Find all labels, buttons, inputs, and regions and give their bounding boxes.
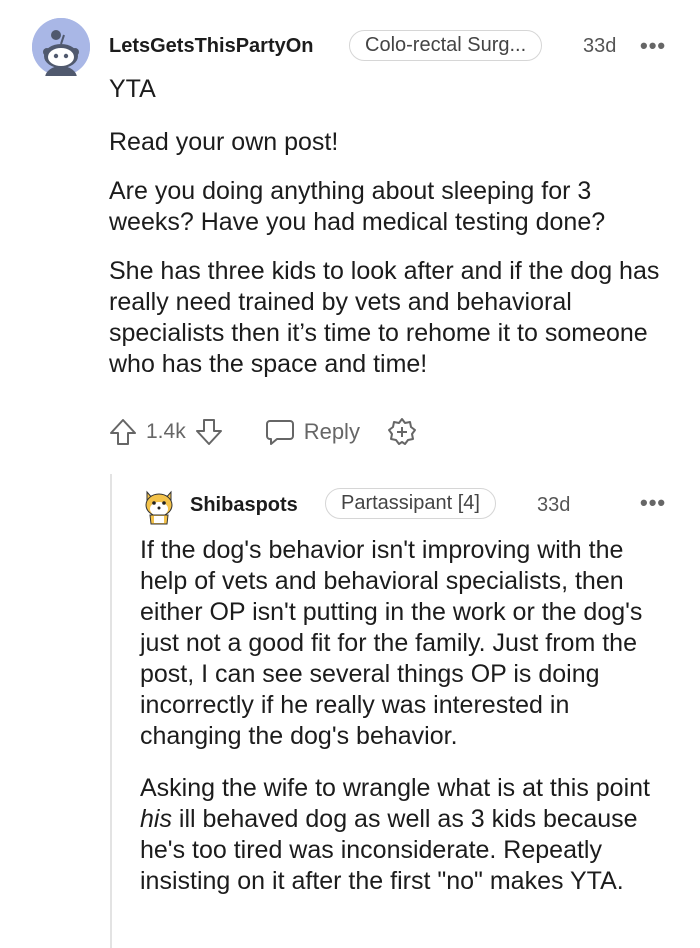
paragraph-text: Asking the wife to wrangle what is at th…: [140, 774, 650, 802]
comment-paragraph: Read your own post!: [109, 128, 339, 156]
more-options-button[interactable]: •••: [640, 490, 666, 516]
comment-paragraph: She has three kids to look after and if …: [109, 257, 660, 378]
comment-username[interactable]: LetsGetsThisPartyOn: [109, 35, 314, 58]
reply-icon: [265, 420, 294, 445]
comment-body: YTA Read your own post! Are you doing an…: [109, 74, 669, 380]
comment-body: If the dog's behavior isn't improving wi…: [140, 535, 675, 897]
comment-timestamp: 33d: [537, 494, 571, 516]
award-button[interactable]: [386, 416, 418, 448]
action-bar: 1.4k Reply: [108, 417, 418, 447]
comment-username[interactable]: Shibaspots: [190, 494, 298, 517]
user-flair: Partassipant [4]: [325, 488, 496, 519]
comment-paragraph: YTA: [109, 75, 156, 103]
comment-timestamp: 33d: [583, 35, 617, 57]
upvote-icon: [110, 419, 136, 445]
reply-label: Reply: [303, 419, 360, 444]
paragraph-text: ill behaved dog as well as 3 kids becaus…: [140, 805, 638, 895]
downvote-icon: [195, 419, 222, 445]
upvote-button[interactable]: [108, 417, 138, 447]
vote-count: 1.4k: [146, 420, 186, 443]
thread-line[interactable]: [110, 474, 112, 948]
snoo-avatar-icon: [32, 18, 90, 90]
more-options-button[interactable]: •••: [640, 33, 666, 59]
emphasis-text: his: [140, 805, 172, 833]
user-flair: Colo-rectal Surg...: [349, 30, 543, 61]
reply-button[interactable]: Reply: [264, 417, 360, 447]
downvote-button[interactable]: [194, 417, 224, 447]
comment-paragraph: If the dog's behavior isn't improving wi…: [140, 536, 643, 750]
avatar[interactable]: [32, 18, 90, 90]
award-icon: [387, 418, 416, 445]
comment-paragraph: Asking the wife to wrangle what is at th…: [140, 773, 675, 897]
avatar[interactable]: [140, 486, 178, 526]
shiba-avatar-icon: [145, 490, 173, 525]
comment-paragraph: Are you doing anything about sleeping fo…: [109, 177, 606, 236]
